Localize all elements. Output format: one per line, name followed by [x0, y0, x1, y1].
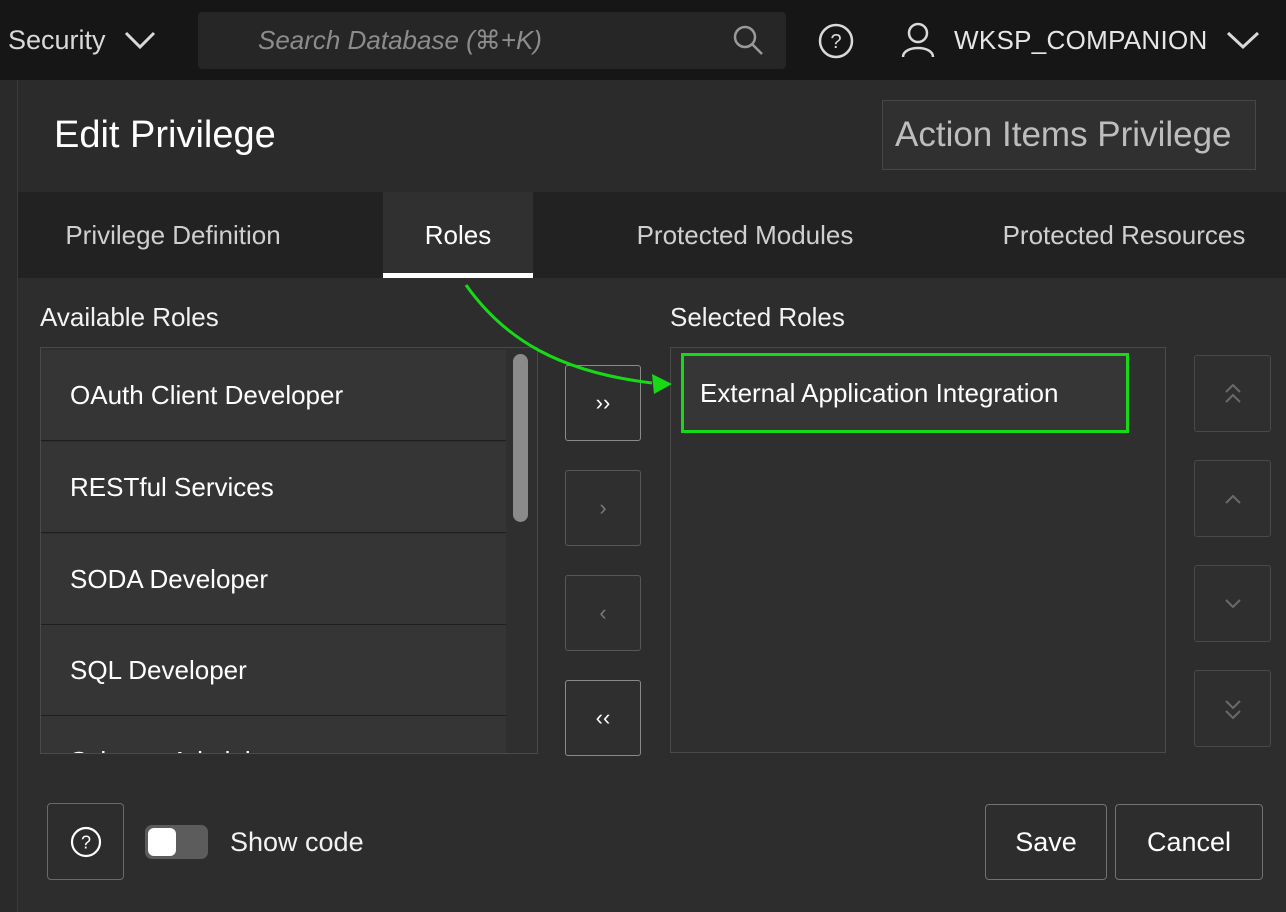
show-code-toggle[interactable] [145, 825, 208, 859]
list-item[interactable]: Schema Administrator [41, 716, 506, 753]
tab-protected-resources[interactable]: Protected Resources [976, 192, 1272, 278]
cancel-button[interactable]: Cancel [1115, 804, 1263, 880]
search-icon[interactable] [732, 24, 764, 56]
double-chevron-up-icon [1224, 383, 1241, 403]
top-bar: Security Search Database (⌘+K) ? WKSP_CO… [0, 0, 1286, 80]
move-all-right-button[interactable]: ›› [565, 365, 641, 441]
move-left-button[interactable]: ‹ [565, 575, 641, 651]
list-item[interactable]: OAuth Client Developer [41, 350, 506, 441]
security-menu-label: Security [8, 24, 106, 55]
panel-title: Edit Privilege [54, 114, 276, 156]
security-menu[interactable]: Security [8, 22, 156, 58]
chevron-up-icon [1224, 494, 1241, 504]
move-to-bottom-button[interactable] [1194, 670, 1271, 747]
svg-text:?: ? [830, 31, 841, 53]
help-icon: ? [70, 826, 101, 857]
svg-text:?: ? [80, 832, 90, 852]
scrollbar[interactable] [513, 354, 528, 522]
panel-header: Edit Privilege Action Items Privilege [18, 80, 1286, 192]
list-item[interactable]: SODA Developer [41, 534, 506, 625]
save-button[interactable]: Save [985, 804, 1107, 880]
double-chevron-down-icon [1224, 699, 1241, 719]
show-code-label: Show code [230, 827, 364, 857]
user-icon [901, 22, 935, 58]
move-all-left-button[interactable]: ‹‹ [565, 680, 641, 756]
list-item[interactable]: SQL Developer [41, 625, 506, 716]
chevron-down-icon [1224, 598, 1241, 608]
chevron-down-icon [1226, 31, 1259, 50]
tab-bar: Privilege Definition Roles Protected Mod… [18, 192, 1286, 278]
toggle-knob [148, 828, 176, 856]
move-to-top-button[interactable] [1194, 355, 1271, 432]
available-roles-list[interactable]: OAuth Client Developer RESTful Services … [40, 347, 538, 754]
selected-roles-label: Selected Roles [670, 302, 845, 332]
move-up-button[interactable] [1194, 460, 1271, 537]
privilege-name-badge: Action Items Privilege [882, 100, 1256, 170]
tab-privilege-definition[interactable]: Privilege Definition [18, 192, 328, 278]
left-navigation-strip [0, 80, 18, 912]
chevron-down-icon [124, 31, 155, 50]
edit-privilege-panel: Edit Privilege Action Items Privilege Pr… [18, 80, 1286, 912]
search-placeholder: Search Database (⌘+K) [258, 25, 542, 55]
tab-protected-modules[interactable]: Protected Modules [608, 192, 882, 278]
search-input[interactable]: Search Database (⌘+K) [198, 12, 786, 69]
help-icon[interactable]: ? [817, 22, 855, 60]
help-button[interactable]: ? [47, 803, 124, 880]
available-roles-label: Available Roles [40, 302, 219, 332]
user-menu[interactable]: WKSP_COMPANION [900, 20, 1260, 60]
move-down-button[interactable] [1194, 565, 1271, 642]
move-right-button[interactable]: › [565, 470, 641, 546]
tab-roles[interactable]: Roles [383, 192, 533, 278]
selected-list-item[interactable]: External Application Integration [681, 353, 1129, 433]
list-item[interactable]: RESTful Services [41, 442, 506, 533]
privilege-name: Action Items Privilege [895, 115, 1232, 154]
user-name: WKSP_COMPANION [954, 24, 1208, 55]
selected-roles-list[interactable]: External Application Integration [670, 347, 1166, 753]
